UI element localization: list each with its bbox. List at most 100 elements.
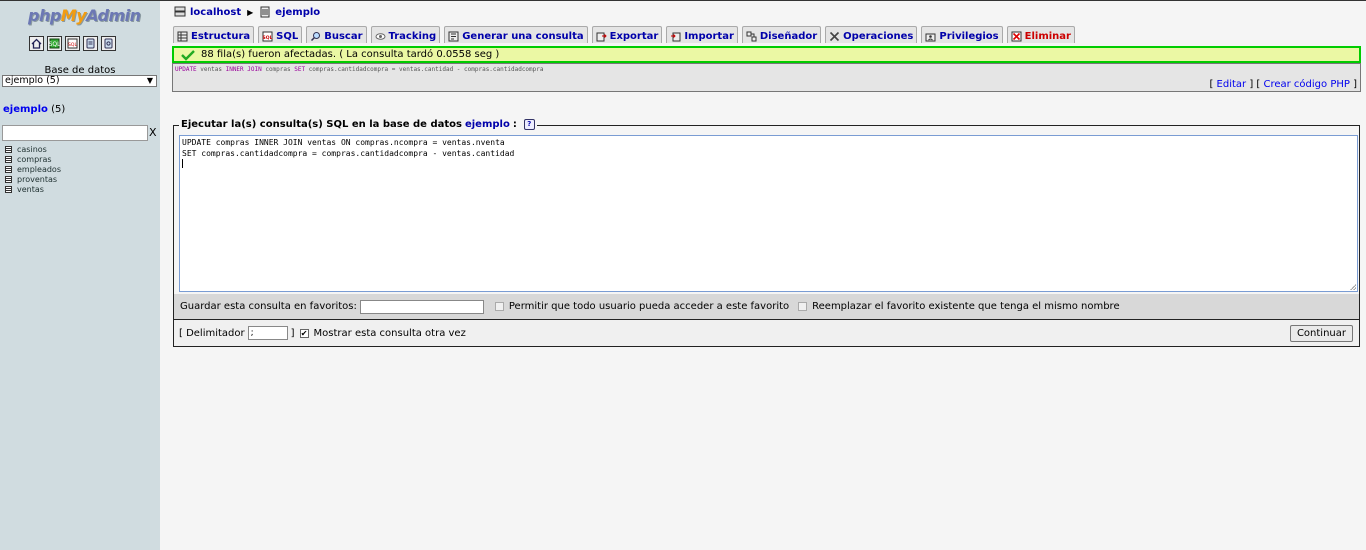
sql-window-icon[interactable]: SQL (65, 36, 80, 51)
privileges-icon (925, 33, 936, 41)
table-item[interactable]: proventas (5, 174, 61, 184)
edit-link[interactable]: Editar (1217, 79, 1247, 90)
table-item[interactable]: empleados (5, 164, 61, 174)
show-query-again-checkbox[interactable]: ✔ (299, 328, 309, 338)
tab-query[interactable]: Generar una consulta (444, 26, 588, 43)
tab-privileges[interactable]: Privilegios (921, 26, 1003, 43)
table-icon[interactable] (5, 145, 12, 153)
sql-text: ventas (196, 66, 226, 73)
structure-icon (177, 31, 188, 41)
home-icon[interactable] (29, 36, 44, 51)
tab-label: Operaciones (843, 30, 914, 42)
delimiter-label: [ Delimitador (179, 327, 245, 339)
bracket: ] [ (1246, 79, 1264, 90)
tab-operations[interactable]: Operaciones (825, 26, 918, 43)
table-name[interactable]: casinos (17, 145, 47, 154)
help-icon[interactable]: ? (523, 119, 535, 130)
database-select[interactable]: ejemplo (5) ▼ (2, 75, 157, 87)
tab-import[interactable]: Importar (666, 26, 738, 43)
text-caret (182, 159, 183, 168)
table-icon[interactable] (5, 165, 12, 173)
import-icon (671, 32, 681, 41)
legend-text: Ejecutar la(s) consulta(s) SQL en la bas… (181, 119, 462, 130)
legend-colon: : (512, 119, 517, 130)
svg-text:SQL: SQL (68, 42, 77, 48)
create-php-code-link[interactable]: Crear código PHP (1263, 79, 1349, 90)
tab-search[interactable]: Buscar (306, 26, 367, 43)
legend-database-link[interactable]: ejemplo (465, 119, 510, 130)
tab-label: Buscar (324, 30, 363, 42)
help-icon[interactable] (101, 36, 116, 51)
table-name[interactable]: empleados (17, 165, 61, 174)
sidebar-icon-bar: SQL SQL (29, 36, 116, 51)
table-filter-input[interactable] (2, 125, 148, 141)
sql-keyword: INNER JOIN (225, 66, 262, 73)
sql-keyword: UPDATE (175, 66, 197, 73)
sql-keyword: SET (294, 66, 306, 73)
tab-sql[interactable]: SQL SQL (258, 26, 303, 43)
breadcrumb-database[interactable]: ejemplo (275, 7, 320, 18)
delimiter-close: ] (290, 327, 295, 339)
table-icon[interactable] (5, 185, 12, 193)
tab-delete[interactable]: Eliminar (1006, 26, 1075, 43)
sql-text: compras (261, 66, 295, 73)
show-query-again-label: Mostrar esta consulta otra vez (313, 327, 466, 339)
continue-button[interactable]: Continuar (1289, 325, 1353, 342)
delimiter-input[interactable]: ; (247, 326, 288, 340)
table-name[interactable]: compras (17, 155, 52, 164)
bookmark-bar: Guardar esta consulta en favoritos: Perm… (173, 294, 1360, 319)
success-message-text: 88 fila(s) fueron afectadas. ( La consul… (201, 49, 500, 60)
server-icon (174, 6, 186, 17)
breadcrumb-server[interactable]: localhost (190, 7, 241, 18)
tab-export[interactable]: Exportar (591, 26, 663, 43)
search-icon (311, 31, 321, 41)
table-name[interactable]: proventas (17, 175, 57, 184)
replace-bookmark-checkbox[interactable] (798, 302, 808, 311)
bookmark-name-input[interactable] (359, 299, 484, 314)
executed-sql: UPDATE ventas INNER JOIN compras SET com… (175, 66, 544, 73)
sidebar: phpMyAdmin SQL SQL Base de datos ejemplo… (0, 1, 160, 550)
tab-label: Estructura (191, 30, 251, 42)
database-icon (260, 6, 270, 18)
query-line: SET compras.cantidadcompra = compras.can… (182, 148, 515, 158)
tab-label: Diseñador (759, 30, 818, 42)
table-item[interactable]: ventas (5, 184, 61, 194)
tab-designer[interactable]: Diseñador (741, 26, 822, 43)
sql-query-textarea[interactable]: UPDATE compras INNER JOIN ventas ON comp… (179, 135, 1358, 292)
query-footer: [ Delimitador ; ] ✔ Mostrar esta consult… (173, 319, 1360, 347)
designer-icon (746, 31, 757, 41)
clear-filter-button[interactable]: X (149, 126, 157, 139)
public-bookmark-checkbox[interactable] (494, 302, 504, 311)
executed-sql-box: UPDATE ventas INNER JOIN compras SET com… (172, 63, 1361, 92)
svg-text:SQL: SQL (49, 41, 60, 48)
tab-label: Tracking (388, 30, 437, 42)
tab-tracking[interactable]: Tracking (370, 26, 441, 43)
sql-query-icon[interactable]: SQL (47, 36, 62, 51)
tab-structure[interactable]: Estructura (173, 26, 255, 43)
breadcrumb-separator-icon: ▶ (247, 7, 254, 17)
sql-icon: SQL (262, 31, 273, 41)
table-item[interactable]: compras (5, 154, 61, 164)
current-database-count: (5) (51, 104, 66, 115)
svg-text:SQL: SQL (263, 35, 273, 41)
current-database: ejemplo (5) (3, 104, 65, 115)
checkmark-icon (181, 49, 195, 61)
resize-handle-icon[interactable] (1350, 284, 1356, 290)
tab-label: Generar una consulta (462, 30, 584, 42)
docs-icon[interactable] (83, 36, 98, 51)
table-icon[interactable] (5, 155, 12, 163)
tab-bar: Estructura SQL SQL Buscar Tracking Gener… (173, 26, 1075, 43)
sql-query-legend: Ejecutar la(s) consulta(s) SQL en la bas… (179, 119, 537, 130)
current-database-link[interactable]: ejemplo (3, 104, 48, 115)
table-name[interactable]: ventas (17, 185, 44, 194)
phpmyadmin-logo[interactable]: phpMyAdmin (28, 6, 141, 26)
export-icon (596, 32, 607, 41)
bookmark-label: Guardar esta consulta en favoritos: (180, 301, 357, 312)
sql-text: compras.cantidadcompra = ventas.cantidad… (305, 66, 544, 73)
tools-icon (830, 31, 840, 41)
tab-label: Privilegios (939, 30, 999, 42)
bracket: [ (1209, 79, 1217, 90)
table-icon[interactable] (5, 175, 12, 183)
table-item[interactable]: casinos (5, 144, 61, 154)
breadcrumb: localhost ▶ ejemplo (174, 6, 320, 18)
